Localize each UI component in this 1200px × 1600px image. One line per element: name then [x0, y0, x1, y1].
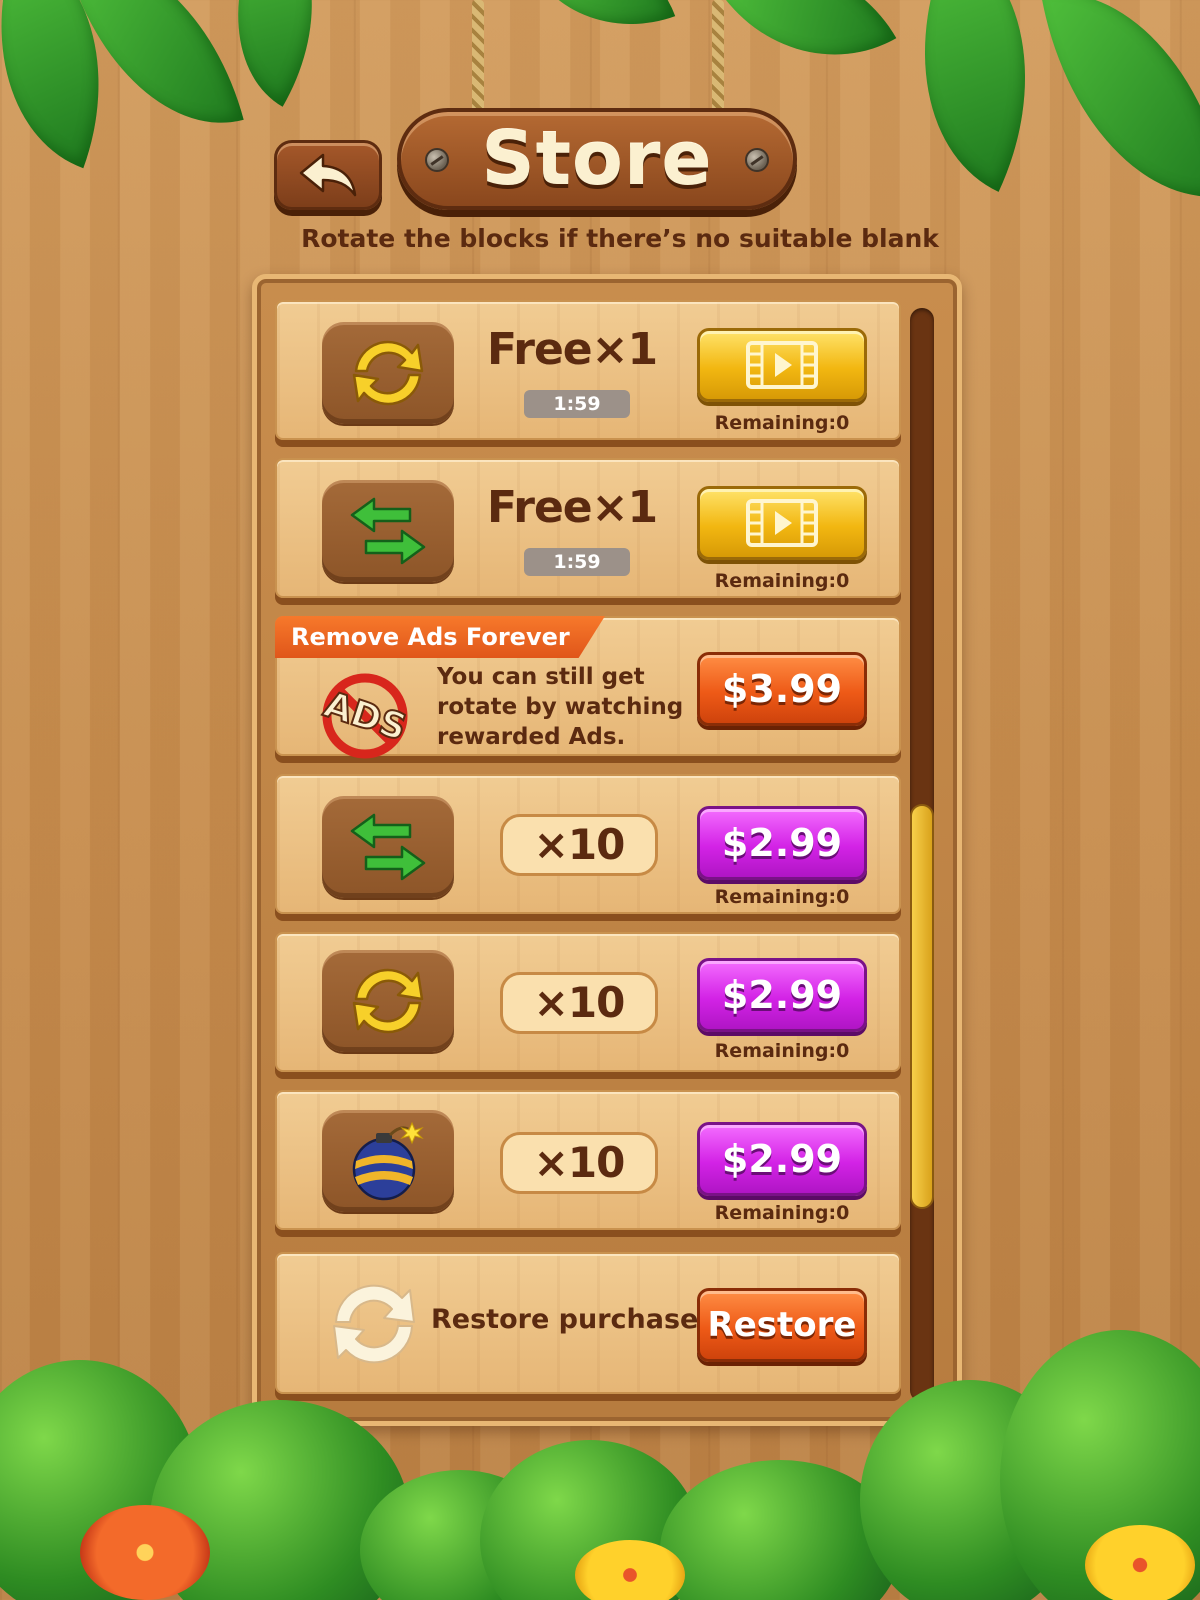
remaining-count: Remaining:0 [714, 1202, 850, 1224]
watch-video-button[interactable] [697, 328, 867, 402]
item-icon-tile [322, 322, 454, 424]
item-icon-tile [322, 796, 454, 898]
offer-text: Free×1 [487, 482, 658, 533]
buy-swap-pack-button[interactable]: $2.99 [697, 806, 867, 880]
remaining-count: Remaining:0 [714, 570, 850, 592]
store-item-restore: Restore purchase Restore [275, 1252, 901, 1394]
remaining-count: Remaining:0 [714, 412, 850, 434]
hanging-rope [712, 0, 724, 112]
screw-icon [745, 148, 769, 172]
rotate-icon [352, 340, 424, 406]
store-item-bomb-pack: ×10 $2.99 Remaining:0 [275, 1090, 901, 1230]
quantity-badge: ×10 [500, 1132, 658, 1194]
price-label: $2.99 [721, 1137, 843, 1181]
scrollbar-track[interactable] [910, 308, 934, 1402]
restore-icon [333, 1284, 415, 1364]
cooldown-timer: 1:59 [524, 390, 630, 418]
back-arrow-icon [299, 153, 357, 197]
swap-icon [350, 497, 426, 565]
store-item-remove-ads: Remove Ads Forever ADS You can still get… [275, 616, 901, 759]
quantity-badge: ×10 [500, 814, 658, 876]
item-icon-tile [322, 1110, 454, 1212]
video-icon [746, 341, 818, 389]
page-subtitle: Rotate the blocks if there’s no suitable… [301, 224, 939, 253]
cooldown-timer: 1:59 [524, 548, 630, 576]
buy-bomb-pack-button[interactable]: $2.99 [697, 1122, 867, 1196]
back-button[interactable] [274, 140, 382, 210]
title-plank: Store [397, 108, 797, 210]
jungle-leaf [524, 0, 676, 58]
hanging-rope [472, 0, 484, 112]
video-icon [746, 499, 818, 547]
rotate-icon [352, 968, 424, 1034]
restore-purchase-label: Restore purchase [431, 1304, 699, 1335]
remove-ads-ribbon: Remove Ads Forever [275, 616, 605, 658]
store-item-swap-pack: ×10 $2.99 Remaining:0 [275, 774, 901, 914]
hibiscus-flower [80, 1505, 210, 1600]
screw-icon [425, 148, 449, 172]
price-label: $2.99 [721, 821, 843, 865]
jungle-leaf [1041, 0, 1200, 222]
jungle-leaf [713, 0, 897, 104]
item-icon-tile [322, 480, 454, 582]
store-item-free-swap: Free×1 1:59 Remaining:0 [275, 458, 901, 598]
remaining-count: Remaining:0 [714, 1040, 850, 1062]
hibiscus-flower [1085, 1525, 1195, 1600]
bomb-icon [352, 1121, 424, 1201]
swap-icon [350, 813, 426, 881]
remove-ads-description: You can still get rotate by watching rew… [437, 664, 684, 750]
watch-video-button[interactable] [697, 486, 867, 560]
price-label: $2.99 [721, 973, 843, 1017]
restore-button-label: Restore [707, 1305, 857, 1345]
no-ads-icon: ADS [318, 673, 412, 759]
price-label: $3.99 [721, 667, 843, 711]
store-item-rotate-pack: ×10 $2.99 Remaining:0 [275, 932, 901, 1072]
remaining-count: Remaining:0 [714, 886, 850, 908]
page-title: Store [481, 116, 713, 202]
quantity-badge: ×10 [500, 972, 658, 1034]
item-icon-tile [322, 950, 454, 1052]
scrollbar-thumb[interactable] [910, 804, 934, 1209]
buy-remove-ads-button[interactable]: $3.99 [697, 652, 867, 726]
offer-text: Free×1 [487, 324, 658, 375]
store-item-free-rotate: Free×1 1:59 Remaining:0 [275, 300, 901, 440]
restore-button[interactable]: Restore [697, 1288, 867, 1362]
buy-rotate-pack-button[interactable]: $2.99 [697, 958, 867, 1032]
